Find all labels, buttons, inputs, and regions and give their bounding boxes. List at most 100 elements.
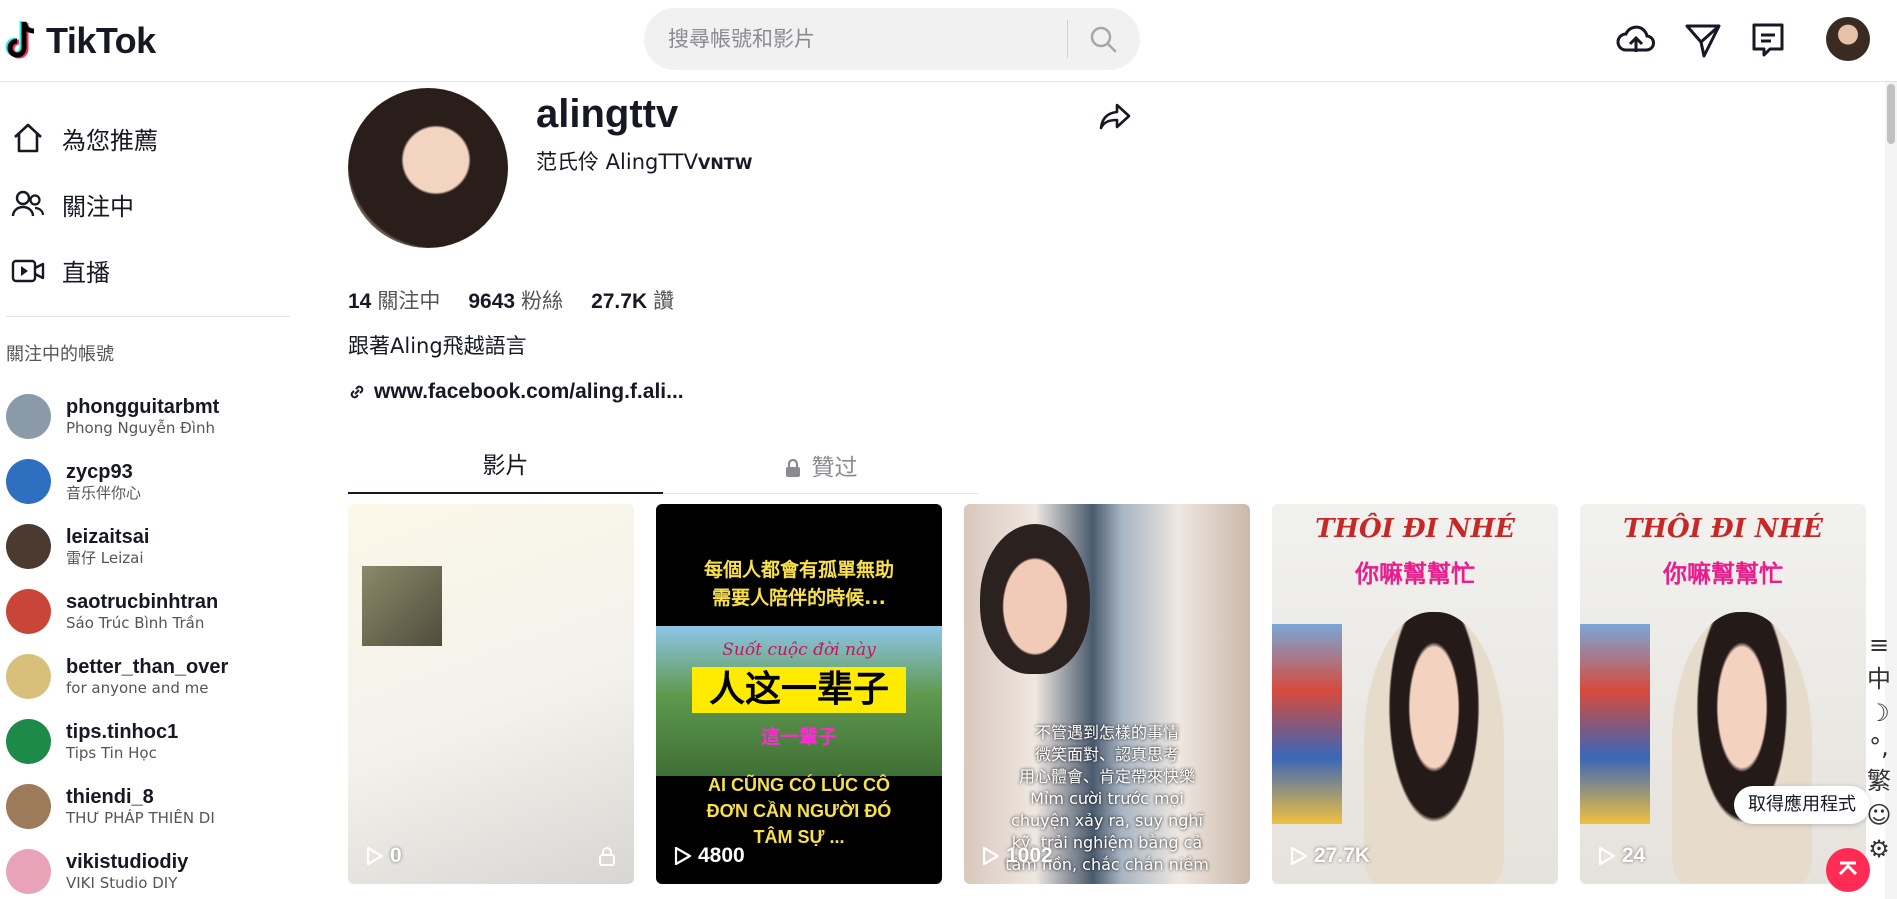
- messages-icon: [1752, 23, 1784, 57]
- likes-label: 讚: [653, 289, 675, 313]
- video-overlay-bottom: AI CŨNG CÓ LÚC CÔ ĐƠN CẦN NGƯỜI ĐÓ TÂM S…: [706, 775, 892, 847]
- followers-stat[interactable]: 9643 粉絲: [468, 285, 563, 315]
- user-avatar[interactable]: [1826, 17, 1870, 61]
- lock-icon: [785, 458, 800, 477]
- view-count-text: 27.7K: [1314, 844, 1371, 867]
- following-account-item[interactable]: zycp93 音乐伴你心: [6, 453, 296, 509]
- share-button[interactable]: [1098, 100, 1132, 139]
- profile-stats: 14 關注中 9643 粉絲 27.7K 讚: [348, 285, 674, 315]
- tab-liked[interactable]: 贊过: [663, 442, 978, 494]
- profile-avatar[interactable]: [348, 88, 508, 248]
- video-card[interactable]: THÔI ĐI NHÉ 你嘛幫幫忙 24: [1580, 504, 1866, 884]
- account-name: Sáo Trúc Bình Trần: [66, 614, 205, 632]
- account-username: better_than_over: [66, 656, 229, 678]
- nav-for-you[interactable]: 為您推薦: [10, 118, 158, 158]
- view-count: 1002: [982, 844, 1053, 868]
- search-bar[interactable]: [644, 8, 1140, 70]
- floating-tool[interactable]: ☺: [1866, 800, 1891, 830]
- search-divider: [1067, 20, 1068, 58]
- video-face: [980, 524, 1090, 674]
- following-account-item[interactable]: thiendi_8 THƯ PHÁP THIÊN DI: [6, 778, 296, 834]
- video-card[interactable]: 每個人都會有孤單無助 需要人陪伴的時候... Suốt cuộc đời này…: [656, 504, 942, 884]
- upload-button[interactable]: [1616, 20, 1656, 65]
- account-avatar: [6, 588, 51, 634]
- video-overlay-big: 人这一辈子: [692, 667, 906, 713]
- view-count: 27.7K: [1290, 844, 1370, 868]
- following-count: 14: [348, 290, 372, 313]
- video-overlay-title: THÔI ĐI NHÉ: [1315, 514, 1515, 544]
- following-account-item[interactable]: tips.tinhoc1 Tips Tin Học: [6, 713, 296, 769]
- profile-bio: 跟著Aling飛越語言: [348, 334, 527, 358]
- view-count-text: 24: [1622, 844, 1646, 867]
- sidebar-divider: [6, 316, 290, 317]
- account-username: leizaitsai: [66, 526, 150, 548]
- likes-count: 27.7K: [591, 290, 648, 313]
- following-account-item[interactable]: phongguitarbmt Phong Nguyễn Đình: [6, 388, 296, 444]
- nav-label: 直播: [62, 258, 110, 287]
- following-account-item[interactable]: vikistudiodiy VIKI Studio DIY: [6, 843, 296, 899]
- account-username: thiendi_8: [66, 786, 154, 808]
- video-person: [1672, 612, 1812, 884]
- floating-toolbar: ≡ 中 ☽ °, 繁 ☺ ⚙: [1866, 630, 1892, 864]
- following-account-item[interactable]: leizaitsai 雷仔 Leizai: [6, 518, 296, 574]
- video-card[interactable]: 0: [348, 504, 634, 884]
- play-icon: [674, 846, 692, 866]
- profile-username: alingttv: [536, 92, 679, 136]
- floating-tool[interactable]: 中: [1867, 664, 1891, 694]
- floating-tool[interactable]: 繁: [1867, 766, 1891, 796]
- search-input[interactable]: [668, 27, 1058, 51]
- arrow-up-icon: [1838, 861, 1858, 876]
- scrollbar-thumb[interactable]: [1887, 84, 1895, 144]
- profile-link[interactable]: www.facebook.com/aling.f.ali...: [348, 380, 684, 404]
- following-label: 關注中: [377, 289, 441, 313]
- following-account-item[interactable]: better_than_over for anyone and me: [6, 648, 296, 704]
- view-count: 0: [366, 844, 402, 868]
- messages-button[interactable]: [1750, 20, 1786, 65]
- share-icon: [1099, 103, 1131, 130]
- video-person: [1364, 612, 1504, 884]
- account-avatar: [6, 523, 51, 569]
- nav-label: 為您推薦: [62, 126, 158, 155]
- account-username: zycp93: [66, 461, 133, 483]
- profile-nickname: 范氏伶 AlingTTVVNTW: [536, 146, 752, 176]
- video-overlay-title: THÔI ĐI NHÉ: [1623, 514, 1823, 544]
- link-text: www.facebook.com/aling.f.ali...: [374, 380, 684, 403]
- account-name: Tips Tin Học: [66, 744, 157, 762]
- followers-count: 9643: [468, 290, 516, 313]
- floating-tool[interactable]: ☽: [1868, 698, 1890, 728]
- view-count-text: 1002: [1006, 844, 1053, 867]
- account-avatar: [6, 718, 51, 764]
- video-card[interactable]: 不管遇到怎樣的事情 微笑面對、認真思考 用心體會、肯定帶來快樂 Mỉm cười…: [964, 504, 1250, 884]
- view-count-text: 4800: [698, 844, 745, 867]
- account-username: phongguitarbmt: [66, 396, 220, 418]
- top-bar: TikTok: [0, 0, 1897, 82]
- play-icon: [1598, 846, 1616, 866]
- floating-tool[interactable]: °,: [1869, 732, 1889, 762]
- view-count: 24: [1598, 844, 1645, 868]
- video-overlay-pink: 這一輩子: [760, 726, 837, 748]
- following-heading: 關注中的帳號: [6, 344, 114, 365]
- nav-following[interactable]: 關注中: [10, 184, 134, 224]
- following-account-item[interactable]: saotrucbinhtran Sáo Trúc Bình Trần: [6, 583, 296, 639]
- tab-videos[interactable]: 影片: [348, 442, 663, 494]
- profile-tabs: 影片 贊过: [348, 442, 978, 494]
- floating-tool[interactable]: ≡: [1869, 630, 1889, 660]
- tiktok-logo[interactable]: TikTok: [4, 18, 156, 64]
- following-icon: [10, 186, 46, 222]
- search-button[interactable]: [1078, 18, 1128, 60]
- sidebar: 為您推薦 關注中 直播 關注中的帳號 phongguitarbmt Phong N…: [0, 82, 300, 899]
- account-name: VIKI Studio DIY: [66, 874, 178, 892]
- get-app-button[interactable]: 取得應用程式: [1734, 786, 1870, 824]
- following-stat[interactable]: 14 關注中: [348, 285, 440, 315]
- nav-label: 關注中: [62, 192, 134, 221]
- video-card[interactable]: THÔI ĐI NHÉ 你嘛幫幫忙 27.7K: [1272, 504, 1558, 884]
- likes-stat: 27.7K 讚: [591, 285, 674, 315]
- inbox-send-button[interactable]: [1684, 20, 1722, 65]
- nickname-text: 范氏伶 AlingTTV: [536, 150, 699, 174]
- account-avatar: [6, 848, 51, 894]
- floating-tool[interactable]: ⚙: [1868, 834, 1890, 864]
- back-to-top-button[interactable]: [1826, 848, 1870, 892]
- nav-live[interactable]: 直播: [10, 250, 110, 290]
- send-icon: [1685, 24, 1721, 58]
- search-icon: [1090, 26, 1117, 53]
